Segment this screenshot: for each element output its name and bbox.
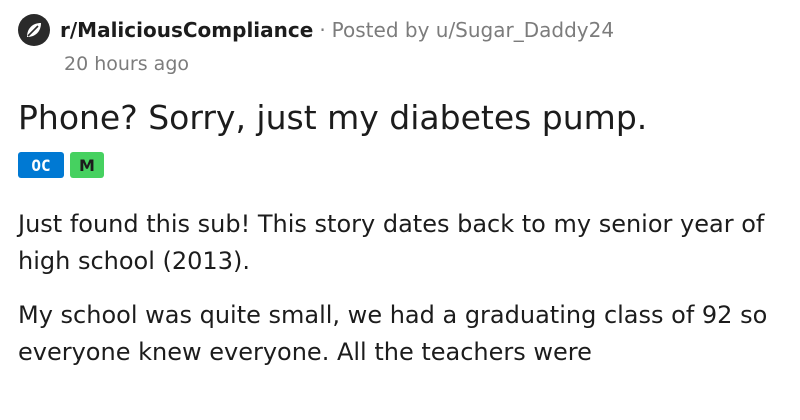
post-flairs: OC M: [18, 152, 788, 180]
post-meta: r/MaliciousCompliance · Posted by u/Sugar_…: [18, 10, 788, 50]
body-paragraph: Just found this sub! This story dates ba…: [18, 210, 765, 275]
post-meta-text: r/MaliciousCompliance · Posted by u/Sugar_…: [60, 18, 614, 42]
leaf-icon: [27, 23, 41, 37]
flair-oc[interactable]: OC: [18, 152, 64, 178]
post-timestamp[interactable]: 20 hours ago: [64, 52, 788, 76]
subreddit-link[interactable]: r/MaliciousCompliance: [60, 18, 313, 42]
post-body: Just found this sub! This story dates ba…: [18, 206, 778, 371]
post-title[interactable]: Phone? Sorry, just my diabetes pump.: [18, 98, 788, 138]
post: r/MaliciousCompliance · Posted by u/Sugar_…: [18, 10, 788, 388]
flair-m[interactable]: M: [70, 152, 104, 178]
subreddit-icon[interactable]: [18, 14, 50, 46]
body-paragraph: My school was quite small, we had a grad…: [18, 301, 768, 366]
posted-by-label: Posted by: [331, 18, 430, 42]
author-link[interactable]: u/Sugar_Daddy24: [436, 18, 614, 42]
meta-separator: ·: [319, 18, 326, 42]
